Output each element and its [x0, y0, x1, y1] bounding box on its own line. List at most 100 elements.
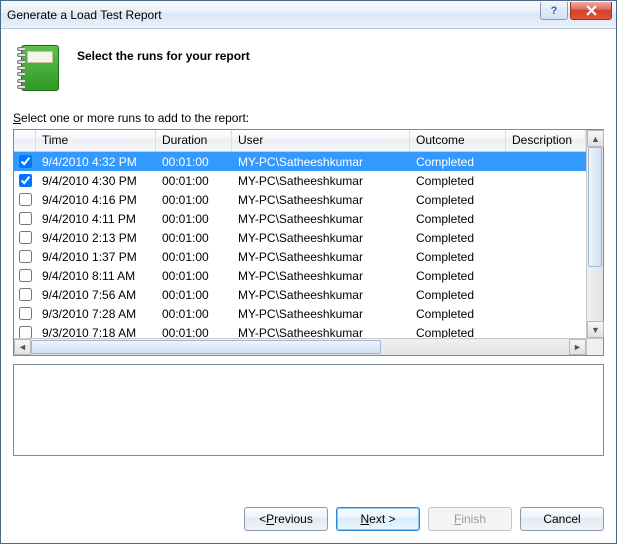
row-checkbox[interactable]: [19, 250, 32, 263]
row-checkbox[interactable]: [19, 326, 32, 338]
table-row[interactable]: 9/4/2010 7:56 AM00:01:00MY-PC\Satheeshku…: [14, 285, 586, 304]
cell-description: [506, 236, 586, 240]
row-checkbox[interactable]: [19, 231, 32, 244]
cell-user: MY-PC\Satheeshkumar: [232, 210, 410, 228]
cell-time: 9/3/2010 7:28 AM: [36, 305, 156, 323]
previous-button[interactable]: < Previous: [244, 507, 328, 531]
help-button[interactable]: ?: [540, 2, 568, 20]
cell-duration: 00:01:00: [156, 286, 232, 304]
cell-time: 9/4/2010 7:56 AM: [36, 286, 156, 304]
cell-time: 9/4/2010 4:16 PM: [36, 191, 156, 209]
cell-time: 9/4/2010 4:30 PM: [36, 172, 156, 190]
table-row[interactable]: 9/4/2010 1:37 PM00:01:00MY-PC\Satheeshku…: [14, 247, 586, 266]
cell-duration: 00:01:00: [156, 248, 232, 266]
window-buttons: ?: [540, 1, 616, 28]
table-row[interactable]: 9/4/2010 4:32 PM00:01:00MY-PC\Satheeshku…: [14, 152, 586, 171]
col-description[interactable]: Description: [506, 130, 586, 151]
row-checkbox[interactable]: [19, 269, 32, 282]
row-checkbox-cell: [14, 267, 36, 284]
finish-button[interactable]: Finish: [428, 507, 512, 531]
cancel-button[interactable]: Cancel: [520, 507, 604, 531]
row-checkbox-cell: [14, 191, 36, 208]
cell-duration: 00:01:00: [156, 229, 232, 247]
vertical-scrollbar[interactable]: ▲ ▼: [586, 130, 603, 338]
dialog-window: Generate a Load Test Report ? Select the…: [0, 0, 617, 544]
cell-user: MY-PC\Satheeshkumar: [232, 267, 410, 285]
cell-description: [506, 255, 586, 259]
scroll-corner: [586, 339, 603, 355]
cell-time: 9/3/2010 7:18 AM: [36, 324, 156, 339]
header-text: Select the runs for your report: [77, 43, 250, 63]
cell-user: MY-PC\Satheeshkumar: [232, 248, 410, 266]
scroll-track-v[interactable]: [587, 147, 603, 321]
row-checkbox[interactable]: [19, 288, 32, 301]
cell-outcome: Completed: [410, 324, 506, 339]
table-row[interactable]: 9/4/2010 4:11 PM00:01:00MY-PC\Satheeshku…: [14, 209, 586, 228]
cell-time: 9/4/2010 4:11 PM: [36, 210, 156, 228]
table-row[interactable]: 9/4/2010 2:13 PM00:01:00MY-PC\Satheeshku…: [14, 228, 586, 247]
cell-time: 9/4/2010 1:37 PM: [36, 248, 156, 266]
cell-outcome: Completed: [410, 191, 506, 209]
close-icon: [586, 5, 597, 16]
row-checkbox-cell: [14, 286, 36, 303]
col-outcome[interactable]: Outcome: [410, 130, 506, 151]
grid-rows: 9/4/2010 4:32 PM00:01:00MY-PC\Satheeshku…: [14, 152, 586, 338]
cell-time: 9/4/2010 8:11 AM: [36, 267, 156, 285]
cell-description: [506, 179, 586, 183]
title-bar[interactable]: Generate a Load Test Report ?: [1, 1, 616, 29]
cell-outcome: Completed: [410, 210, 506, 228]
cell-user: MY-PC\Satheeshkumar: [232, 172, 410, 190]
cell-description: [506, 312, 586, 316]
cell-description: [506, 293, 586, 297]
scroll-track-h[interactable]: [31, 339, 569, 355]
scroll-thumb-h[interactable]: [31, 340, 381, 354]
client-area: Select the runs for your report Select o…: [1, 29, 616, 543]
close-button[interactable]: [570, 2, 612, 20]
cell-outcome: Completed: [410, 172, 506, 190]
cell-user: MY-PC\Satheeshkumar: [232, 324, 410, 339]
row-checkbox[interactable]: [19, 174, 32, 187]
scroll-right-icon[interactable]: ►: [569, 339, 586, 355]
col-time[interactable]: Time: [36, 130, 156, 151]
cell-duration: 00:01:00: [156, 172, 232, 190]
horizontal-scrollbar[interactable]: ◄ ►: [14, 338, 603, 355]
cell-outcome: Completed: [410, 229, 506, 247]
cell-description: [506, 160, 586, 164]
cell-outcome: Completed: [410, 305, 506, 323]
cell-user: MY-PC\Satheeshkumar: [232, 305, 410, 323]
table-row[interactable]: 9/4/2010 4:16 PM00:01:00MY-PC\Satheeshku…: [14, 190, 586, 209]
row-checkbox[interactable]: [19, 193, 32, 206]
cell-duration: 00:01:00: [156, 210, 232, 228]
col-checkbox[interactable]: [14, 130, 36, 151]
table-row[interactable]: 9/4/2010 4:30 PM00:01:00MY-PC\Satheeshku…: [14, 171, 586, 190]
cell-outcome: Completed: [410, 267, 506, 285]
row-checkbox-cell: [14, 153, 36, 170]
table-row[interactable]: 9/3/2010 7:28 AM00:01:00MY-PC\Satheeshku…: [14, 304, 586, 323]
cell-description: [506, 331, 586, 335]
cell-description: [506, 198, 586, 202]
details-panel: [13, 364, 604, 456]
scroll-thumb-v[interactable]: [588, 147, 602, 267]
row-checkbox-cell: [14, 324, 36, 338]
cell-user: MY-PC\Satheeshkumar: [232, 191, 410, 209]
scroll-left-icon[interactable]: ◄: [14, 339, 31, 355]
report-icon: [17, 43, 61, 93]
cell-outcome: Completed: [410, 153, 506, 171]
wizard-header: Select the runs for your report: [13, 39, 604, 111]
cell-outcome: Completed: [410, 286, 506, 304]
cell-duration: 00:01:00: [156, 305, 232, 323]
cell-user: MY-PC\Satheeshkumar: [232, 153, 410, 171]
row-checkbox-cell: [14, 172, 36, 189]
row-checkbox[interactable]: [19, 155, 32, 168]
row-checkbox[interactable]: [19, 212, 32, 225]
col-user[interactable]: User: [232, 130, 410, 151]
col-duration[interactable]: Duration: [156, 130, 232, 151]
table-row[interactable]: 9/4/2010 8:11 AM00:01:00MY-PC\Satheeshku…: [14, 266, 586, 285]
row-checkbox[interactable]: [19, 307, 32, 320]
next-button[interactable]: Next >: [336, 507, 420, 531]
scroll-up-icon[interactable]: ▲: [587, 130, 604, 147]
scroll-down-icon[interactable]: ▼: [587, 321, 604, 338]
table-row[interactable]: 9/3/2010 7:18 AM00:01:00MY-PC\Satheeshku…: [14, 323, 586, 338]
cell-time: 9/4/2010 2:13 PM: [36, 229, 156, 247]
cell-user: MY-PC\Satheeshkumar: [232, 229, 410, 247]
